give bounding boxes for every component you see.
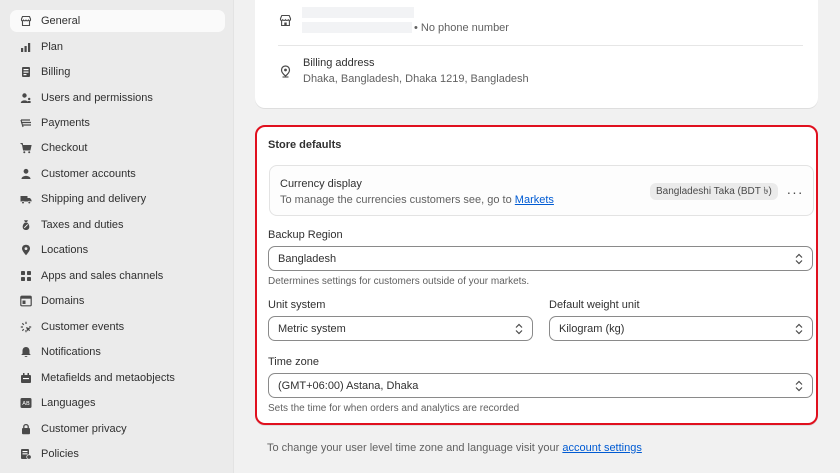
- sidebar-item-customer-events[interactable]: Customer events: [10, 316, 225, 338]
- sidebar-item-metafields[interactable]: Metafields and metaobjects: [10, 367, 225, 389]
- store-icon: [279, 14, 292, 27]
- billing-address-label: Billing address: [303, 57, 375, 69]
- account-settings-note: To change your user level time zone and …: [255, 433, 818, 473]
- sidebar-item-label: Users and permissions: [41, 92, 153, 104]
- sidebar-item-label: Taxes and duties: [41, 219, 124, 231]
- billing-icon: [20, 66, 32, 78]
- backup-region-value: Bangladesh: [278, 252, 337, 265]
- backup-region-help: Determines settings for customers outsid…: [268, 276, 530, 287]
- time-zone-value: (GMT+06:00) Astana, Dhaka: [278, 379, 419, 392]
- select-chevron-icon: [795, 323, 803, 335]
- backup-region-select[interactable]: Bangladesh: [268, 246, 813, 271]
- redacted-store-name: [302, 7, 414, 18]
- sidebar-item-checkout[interactable]: Checkout: [10, 137, 225, 159]
- sidebar-item-customer-privacy[interactable]: Customer privacy: [10, 418, 225, 440]
- select-chevron-icon: [795, 253, 803, 265]
- bell-icon: [20, 346, 32, 358]
- sidebar-item-label: General: [41, 15, 81, 27]
- account-settings-link[interactable]: account settings: [562, 442, 642, 454]
- person-icon: [20, 168, 32, 180]
- section-title: Store defaults: [268, 139, 342, 151]
- select-chevron-icon: [515, 323, 523, 335]
- sidebar-item-apps[interactable]: Apps and sales channels: [10, 265, 225, 287]
- sidebar-item-label: Shipping and delivery: [41, 193, 147, 205]
- sidebar-item-label: Customer privacy: [41, 423, 127, 435]
- sidebar-item-users[interactable]: Users and permissions: [10, 87, 225, 109]
- location-icon: [20, 244, 32, 256]
- time-zone-select[interactable]: (GMT+06:00) Astana, Dhaka: [268, 373, 813, 398]
- weight-unit-select[interactable]: Kilogram (kg): [549, 316, 813, 341]
- sidebar-item-label: Customer events: [41, 321, 125, 333]
- weight-unit-label: Default weight unit: [549, 299, 640, 311]
- sidebar-item-label: Domains: [41, 295, 85, 307]
- lock-icon: [20, 423, 32, 435]
- main-content: • No phone number Billing address Dhaka,…: [234, 0, 840, 473]
- sidebar-item-label: Customer accounts: [41, 168, 136, 180]
- sidebar-item-shipping[interactable]: Shipping and delivery: [10, 188, 225, 210]
- sidebar-item-taxes[interactable]: Taxes and duties: [10, 214, 225, 236]
- sidebar-item-label: Languages: [41, 397, 96, 409]
- unit-system-value: Metric system: [278, 322, 346, 335]
- unit-system-select[interactable]: Metric system: [268, 316, 533, 341]
- sidebar-item-languages[interactable]: AB Languages: [10, 392, 225, 414]
- events-icon: [20, 321, 32, 333]
- sidebar-item-policies[interactable]: Policies: [10, 443, 225, 465]
- domains-icon: [20, 295, 32, 307]
- truck-icon: [20, 193, 32, 205]
- sidebar-item-label: Apps and sales channels: [41, 270, 164, 282]
- sidebar-item-payments[interactable]: Payments: [10, 112, 225, 134]
- languages-icon: AB: [20, 397, 32, 409]
- sidebar-item-customer-accounts[interactable]: Customer accounts: [10, 163, 225, 185]
- select-chevron-icon: [795, 380, 803, 392]
- sidebar-item-label: Locations: [41, 244, 89, 256]
- time-zone-label: Time zone: [268, 356, 319, 368]
- sidebar-item-label: Policies: [41, 448, 79, 460]
- phone-text: • No phone number: [414, 22, 509, 34]
- location-pin-icon: [279, 65, 292, 78]
- markets-link[interactable]: Markets: [515, 194, 554, 206]
- store-details-card: • No phone number Billing address Dhaka,…: [255, 0, 818, 108]
- currency-description-text: To manage the currencies customers see, …: [280, 194, 512, 206]
- store-icon: [20, 15, 32, 27]
- tax-icon: [20, 219, 32, 231]
- policies-icon: [20, 448, 32, 460]
- users-icon: [20, 92, 32, 104]
- sidebar-item-label: Plan: [41, 41, 64, 53]
- sidebar-item-plan[interactable]: Plan: [10, 36, 225, 58]
- billing-address-value: Dhaka, Bangladesh, Dhaka 1219, Banglades…: [303, 73, 529, 85]
- sidebar-item-label: Checkout: [41, 142, 88, 154]
- unit-system-label: Unit system: [268, 299, 326, 311]
- sidebar-item-notifications[interactable]: Notifications: [10, 341, 225, 363]
- account-settings-text-wrapper: To change your user level time zone and …: [267, 442, 642, 454]
- sidebar-item-domains[interactable]: Domains: [10, 290, 225, 312]
- apps-icon: [20, 270, 32, 282]
- currency-display-label: Currency display: [280, 178, 362, 190]
- divider: [278, 45, 803, 46]
- more-actions-button[interactable]: ···: [785, 183, 805, 200]
- plan-icon: [20, 41, 32, 53]
- weight-unit-value: Kilogram (kg): [559, 322, 625, 335]
- currency-display-card: Currency display To manage the currencie…: [269, 165, 814, 216]
- sidebar-item-label: Metafields and metaobjects: [41, 372, 175, 384]
- payments-icon: [20, 117, 32, 129]
- settings-sidebar: General Plan Billing Users and permissio…: [0, 0, 234, 473]
- sidebar-item-billing[interactable]: Billing: [10, 61, 225, 83]
- currency-badge: Bangladeshi Taka (BDT ৳): [650, 183, 778, 200]
- currency-display-description: To manage the currencies customers see, …: [280, 194, 554, 206]
- redacted-store-email: [302, 22, 412, 33]
- sidebar-item-label: Notifications: [41, 346, 101, 358]
- backup-region-label: Backup Region: [268, 229, 343, 241]
- sidebar-item-label: Payments: [41, 117, 90, 129]
- svg-text:AB: AB: [22, 401, 30, 407]
- sidebar-item-general[interactable]: General: [10, 10, 225, 32]
- cart-icon: [20, 142, 32, 154]
- sidebar-item-locations[interactable]: Locations: [10, 239, 225, 261]
- sidebar-item-label: Billing: [41, 66, 71, 78]
- metafields-icon: [20, 372, 32, 384]
- time-zone-help: Sets the time for when orders and analyt…: [268, 403, 520, 414]
- store-defaults-card: Store defaults Currency display To manag…: [255, 125, 818, 425]
- account-settings-text: To change your user level time zone and …: [267, 442, 560, 454]
